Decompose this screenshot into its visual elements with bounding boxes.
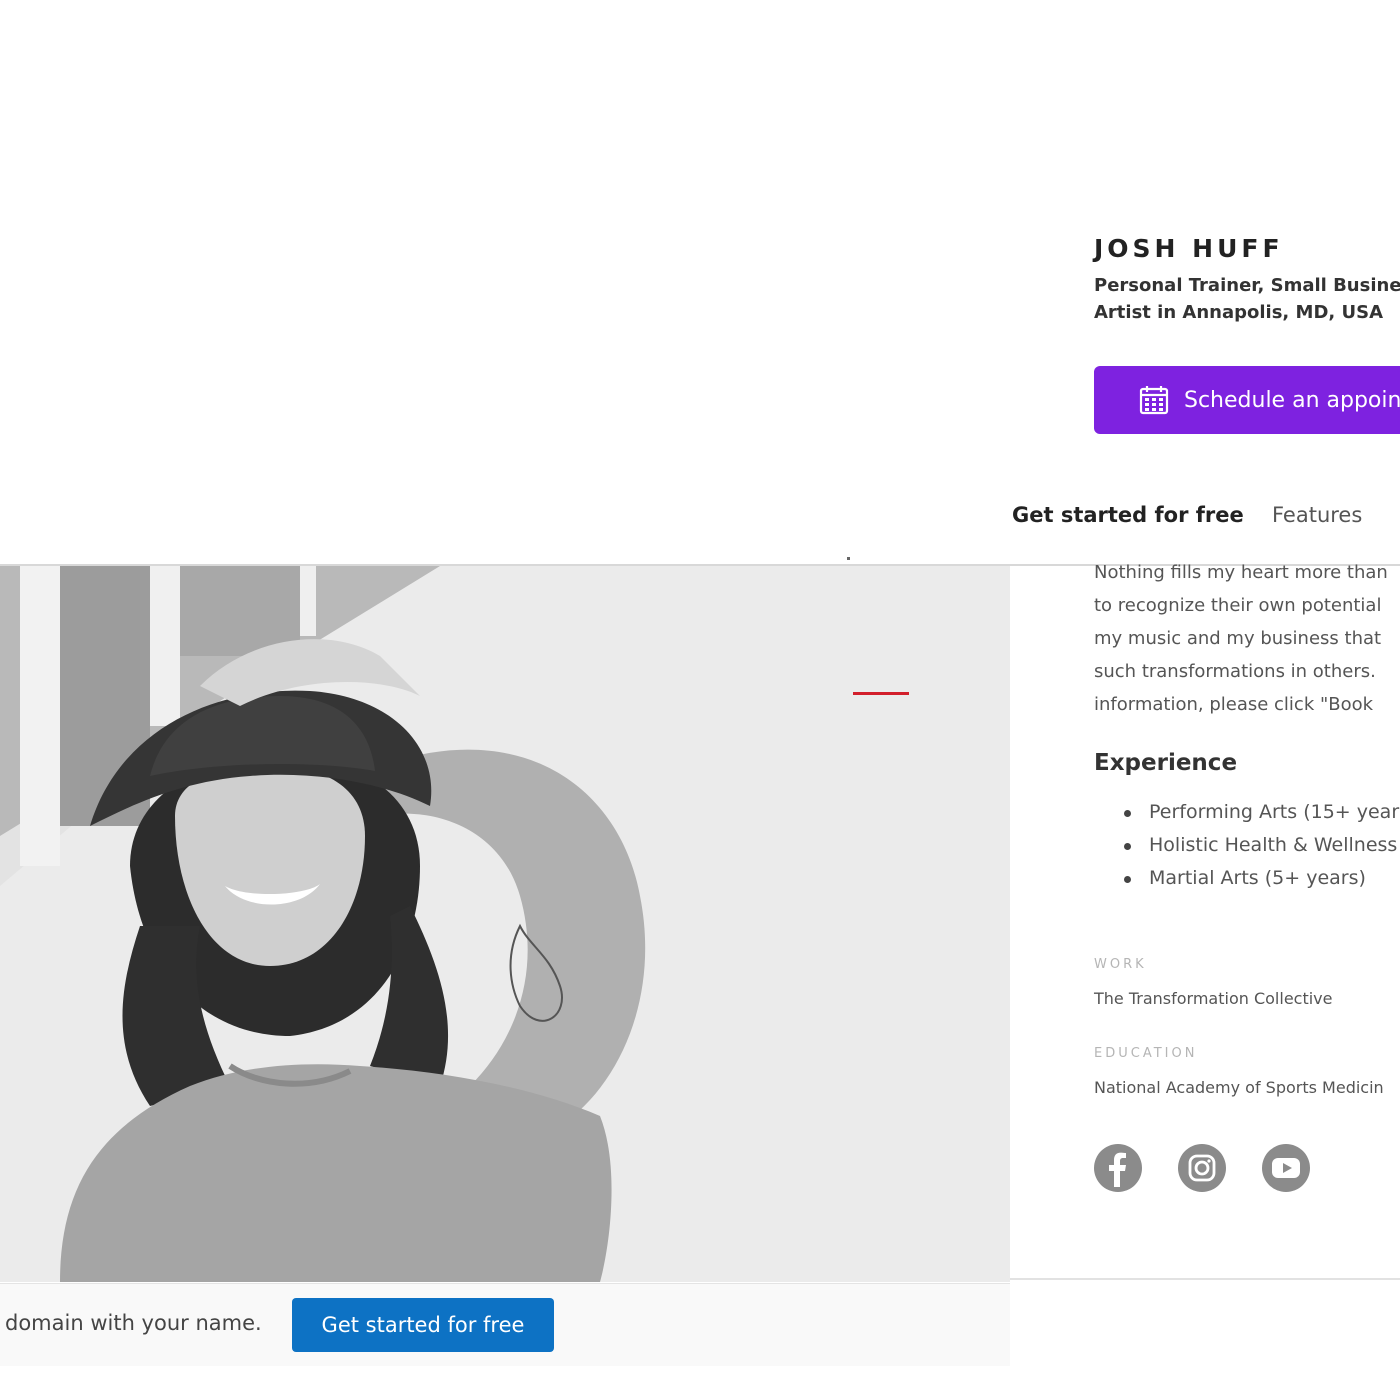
- list-item: Martial Arts (5+ years): [1124, 862, 1400, 895]
- experience-title: Experience: [1094, 750, 1238, 776]
- schedule-appointment-button[interactable]: Schedule an appoin: [1094, 366, 1400, 434]
- get-started-button[interactable]: Get started for free: [292, 1298, 554, 1352]
- list-item: Performing Arts (15+ years: [1124, 796, 1400, 829]
- profile-subtitle: Personal Trainer, Small Busine Artist in…: [1094, 272, 1400, 326]
- education-value: National Academy of Sports Medicin: [1094, 1078, 1384, 1097]
- instagram-icon[interactable]: [1177, 1143, 1227, 1193]
- calendar-icon: [1139, 386, 1169, 415]
- subtitle-line-2: Artist in Annapolis, MD, USA: [1094, 302, 1384, 323]
- bio-line: Nothing fills my heart more than: [1094, 562, 1388, 583]
- subtitle-line-1: Personal Trainer, Small Busine: [1094, 275, 1400, 296]
- bio-line: information, please click "Book: [1094, 694, 1374, 715]
- red-accent-dash: [853, 692, 909, 695]
- nav-caret-mark: [847, 557, 850, 560]
- work-label: WORK: [1094, 957, 1147, 972]
- banner-text: domain with your name.: [5, 1311, 262, 1335]
- footer-divider: [1010, 1278, 1400, 1280]
- experience-list: Performing Arts (15+ years Holistic Heal…: [1124, 796, 1400, 895]
- facebook-icon[interactable]: [1093, 1143, 1143, 1193]
- bio-line: to recognize their own potential: [1094, 595, 1382, 616]
- profile-name: JOSH HUFF: [1094, 234, 1284, 263]
- profile-photo: [0, 566, 1010, 1282]
- schedule-label: Schedule an appoin: [1184, 387, 1400, 413]
- nav-features[interactable]: Features: [1272, 503, 1362, 527]
- bio-line: my music and my business that: [1094, 628, 1382, 649]
- list-item: Holistic Health & Wellness: [1124, 829, 1400, 862]
- education-label: EDUCATION: [1094, 1046, 1198, 1061]
- nav-get-started[interactable]: Get started for free: [1012, 503, 1244, 527]
- bio-line: such transformations in others.: [1094, 661, 1376, 682]
- work-value: The Transformation Collective: [1094, 989, 1333, 1008]
- bio-text: Nothing fills my heart more than to reco…: [1094, 556, 1400, 721]
- youtube-icon[interactable]: [1261, 1143, 1311, 1193]
